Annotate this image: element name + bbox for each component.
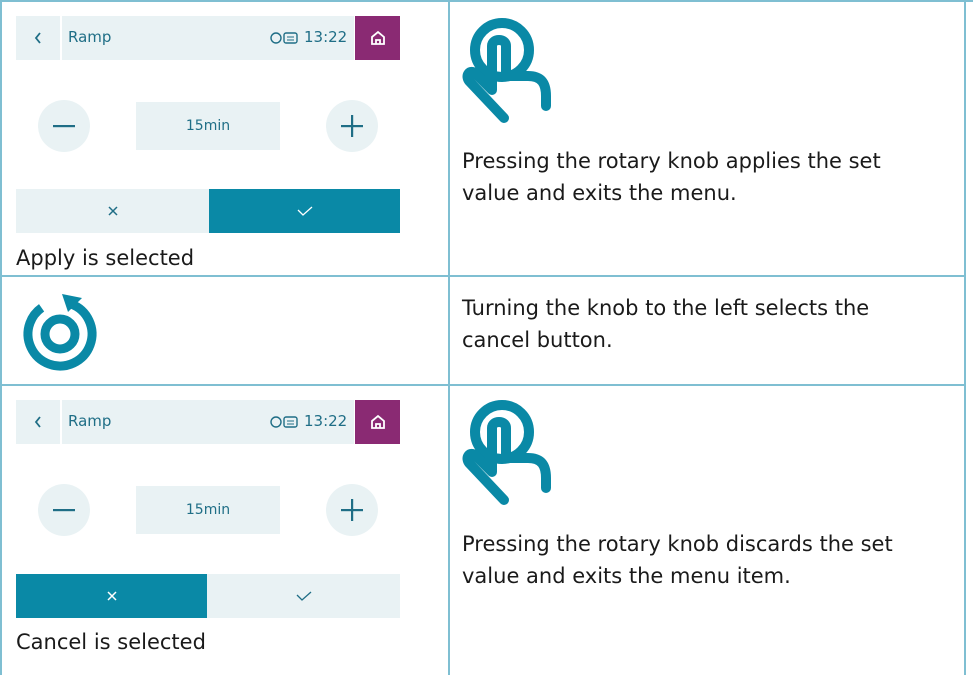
screen-title: Ramp <box>68 412 112 430</box>
decrease-button[interactable] <box>38 484 90 536</box>
value-display: 15min <box>136 102 280 150</box>
value-display: 15min <box>136 486 280 534</box>
minus-icon <box>53 509 75 512</box>
cancel-button[interactable] <box>16 574 207 618</box>
table-border-right <box>964 0 966 675</box>
device-screen-cancel: Ramp 13:22 15min <box>16 400 400 620</box>
minus-icon <box>53 125 75 128</box>
close-icon <box>107 206 118 216</box>
back-button[interactable] <box>16 400 60 444</box>
check-icon <box>297 206 312 216</box>
top-bar: Ramp 13:22 <box>16 400 400 444</box>
screen-caption: Cancel is selected <box>16 630 206 654</box>
plus-icon <box>341 115 363 137</box>
table-border-top <box>0 0 973 2</box>
row-description: Pressing the rotary knob discards the se… <box>462 532 893 588</box>
back-button[interactable] <box>16 16 60 60</box>
increase-button[interactable] <box>326 100 378 152</box>
apply-button[interactable] <box>207 574 400 618</box>
plus-icon <box>341 499 363 521</box>
clock: 13:22 <box>304 412 348 430</box>
table-row-divider-2 <box>0 384 966 386</box>
table-border-left <box>0 0 2 675</box>
row-description: Turning the knob to the left selects the… <box>462 296 870 352</box>
screen-caption: Apply is selected <box>16 246 195 270</box>
home-icon <box>370 414 385 429</box>
table-border-middle <box>448 0 450 675</box>
home-icon <box>370 30 385 45</box>
device-screen-apply: Ramp 13:22 15min <box>16 16 400 236</box>
apply-button[interactable] <box>209 189 400 233</box>
decrease-button[interactable] <box>38 100 90 152</box>
press-hand-icon <box>462 10 554 139</box>
table-row-divider-1 <box>0 275 966 277</box>
humidifier-icon <box>270 416 298 428</box>
row-description: Pressing the rotary knob applies the set… <box>462 149 881 205</box>
screen-title: Ramp <box>68 28 112 46</box>
chevron-left-icon <box>34 416 41 428</box>
status-icons <box>270 28 300 50</box>
cancel-button[interactable] <box>16 189 209 233</box>
home-button[interactable] <box>355 16 400 60</box>
title-bar: Ramp 13:22 <box>62 400 354 444</box>
clock: 13:22 <box>304 28 348 46</box>
rotate-left-icon <box>18 290 102 378</box>
press-hand-icon <box>462 392 554 521</box>
check-icon <box>296 591 311 601</box>
increase-button[interactable] <box>326 484 378 536</box>
title-bar: Ramp 13:22 <box>62 16 354 60</box>
home-button[interactable] <box>355 400 400 444</box>
top-bar: Ramp 13:22 <box>16 16 400 60</box>
close-icon <box>106 591 117 601</box>
status-icons <box>270 412 300 434</box>
humidifier-icon <box>270 32 298 44</box>
chevron-left-icon <box>34 32 41 44</box>
